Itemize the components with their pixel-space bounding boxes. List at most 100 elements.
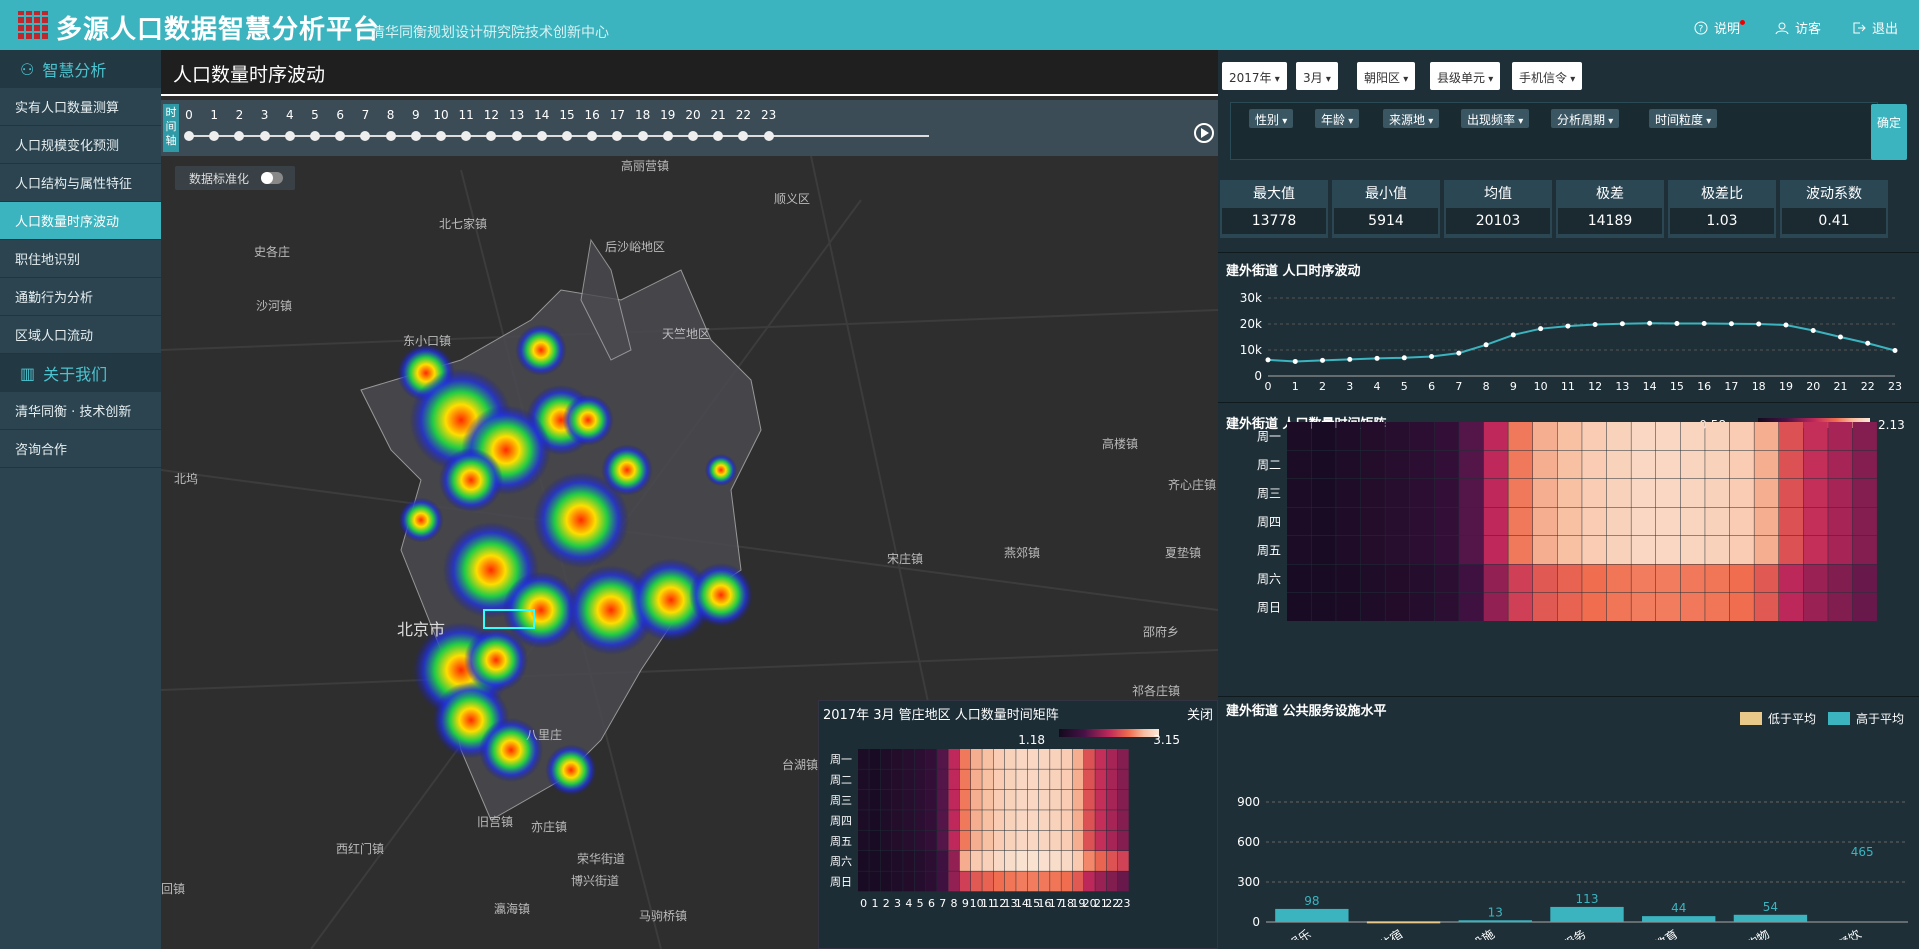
timeline-dot[interactable] xyxy=(335,131,346,141)
visitor-button[interactable]: 访客 xyxy=(1775,18,1821,37)
place-label: 祁各庄镇 xyxy=(1132,684,1181,698)
timeline-dot[interactable] xyxy=(259,131,270,141)
timeline-dot[interactable] xyxy=(209,131,220,141)
place-label: 高丽营镇 xyxy=(621,159,670,173)
timeline-dot[interactable] xyxy=(284,131,295,141)
heatmap-cell xyxy=(1004,851,1016,871)
heatmap-cell xyxy=(1754,422,1779,450)
heatmap-cell xyxy=(1095,789,1107,810)
timeline-hour-label: 11 xyxy=(458,108,474,122)
heatmap-cell xyxy=(903,830,914,851)
sidebar-section-analysis: ⚇ 智慧分析 xyxy=(0,50,161,88)
timeline-dot[interactable] xyxy=(536,131,547,141)
heatmap-cell xyxy=(948,789,960,810)
help-label: 说明 xyxy=(1714,22,1741,37)
timeline-dot[interactable] xyxy=(360,131,371,141)
timeline[interactable]: 时间轴 0 1 2 3 4 5 6 7 8 9 10 11 12 13 14 15 16 17 18 19 20 21 22… xyxy=(161,100,1218,156)
heatmap-cell xyxy=(858,871,869,892)
sidebar-item[interactable]: 人口规模变化预测 xyxy=(0,126,161,164)
heatmap-cell xyxy=(1038,810,1050,831)
sidebar-item[interactable]: 通勤行为分析 xyxy=(0,278,161,316)
data-point xyxy=(1619,321,1625,327)
timeline-dot[interactable] xyxy=(738,131,749,141)
sidebar-item[interactable]: 职住地识别 xyxy=(0,240,161,278)
heatmap-cell xyxy=(1754,593,1779,621)
district-select[interactable]: 朝阳区 xyxy=(1357,62,1416,90)
confirm-button[interactable]: 确定 xyxy=(1871,104,1907,160)
heatmap-row-label: 周三 xyxy=(1257,486,1281,500)
heatmap-cell xyxy=(1606,536,1631,564)
normalize-toggle[interactable]: 数据标准化 xyxy=(175,166,295,190)
heatmap-cell xyxy=(1483,564,1508,593)
timeline-dot[interactable] xyxy=(763,131,774,141)
heatmap-cell xyxy=(1038,769,1050,790)
heatmap-cell xyxy=(1360,450,1385,479)
timeline-dot[interactable] xyxy=(688,131,698,141)
filter-tag[interactable]: 分析周期 xyxy=(1551,109,1620,128)
heatmap-cell xyxy=(1852,479,1877,507)
sidebar-item[interactable]: 人口数量时序波动 xyxy=(0,202,161,240)
heatmap-col-label: 10 xyxy=(1538,626,1553,627)
timeline-dot[interactable] xyxy=(234,131,245,141)
timeline-hour-label: 21 xyxy=(710,108,726,122)
heatmap-cell xyxy=(1705,593,1730,621)
timeline-dot[interactable] xyxy=(637,131,648,141)
timeline-dot[interactable] xyxy=(436,131,446,141)
filter-tag[interactable]: 性别 xyxy=(1249,109,1294,128)
heatmap-cell xyxy=(1287,422,1312,450)
year-select[interactable]: 2017年 xyxy=(1222,62,1287,90)
timeline-dot[interactable] xyxy=(511,131,522,141)
heatmap-cell xyxy=(1582,536,1607,564)
filter-tag[interactable]: 来源地 xyxy=(1383,109,1440,128)
heatmap-cell xyxy=(1050,871,1061,892)
timeline-dot[interactable] xyxy=(410,131,421,141)
popup-close-button[interactable]: 关闭 xyxy=(1187,704,1213,723)
sidebar-item[interactable]: 区域人口流动 xyxy=(0,316,161,354)
timeline-dot[interactable] xyxy=(587,131,598,141)
timeline-dot[interactable] xyxy=(662,131,673,141)
timeline-dot[interactable] xyxy=(184,131,194,141)
heatmap-cell xyxy=(1754,479,1779,507)
heatmap-cell xyxy=(948,871,960,892)
timeline-dot[interactable] xyxy=(461,131,472,141)
heatmap-cell xyxy=(1729,536,1754,564)
timeline-dot[interactable] xyxy=(385,131,396,141)
heatmap-cell xyxy=(903,789,914,810)
sidebar-item[interactable]: 人口结构与属性特征 xyxy=(0,164,161,202)
timeline-hour-label: 10 xyxy=(433,108,449,122)
help-button[interactable]: ? 说明 xyxy=(1694,18,1751,37)
unit-select[interactable]: 县级单元 xyxy=(1430,62,1501,90)
heatmap-cell xyxy=(1072,830,1084,851)
timeline-hour-label: 17 xyxy=(609,108,626,122)
heatmap-cell xyxy=(1004,871,1016,892)
timeline-dot[interactable] xyxy=(310,131,320,141)
heatmap-cell xyxy=(1385,479,1410,507)
logo xyxy=(18,11,48,39)
place-label: 北七家镇 xyxy=(439,217,488,231)
x-tick-label: 购物 xyxy=(1744,926,1772,940)
sidebar-item[interactable]: 清华同衡 · 技术创新 xyxy=(0,392,161,430)
x-tick-label: 餐饮 xyxy=(1836,926,1864,940)
play-button[interactable] xyxy=(1194,123,1214,143)
timeline-dot[interactable] xyxy=(612,131,623,141)
timeline-hour-label: 13 xyxy=(508,108,525,122)
source-select[interactable]: 手机信令 xyxy=(1512,62,1583,90)
timeline-dot[interactable] xyxy=(486,131,497,141)
filter-tag[interactable]: 年龄 xyxy=(1315,109,1360,128)
timeline-dot[interactable] xyxy=(562,131,572,141)
logout-label: 退出 xyxy=(1872,22,1899,37)
logout-button[interactable]: 退出 xyxy=(1852,18,1898,37)
heatmap-cell xyxy=(1117,769,1129,790)
popup-scale-min: 1.18 xyxy=(1018,733,1045,747)
heatmap-cell xyxy=(925,749,937,769)
sidebar-item[interactable]: 实有人口数量测算 xyxy=(0,88,161,126)
timeline-dot[interactable] xyxy=(713,131,724,141)
month-select[interactable]: 3月 xyxy=(1296,62,1338,90)
timeline-hour-label: 19 xyxy=(660,108,676,122)
filter-tag[interactable]: 出现频率 xyxy=(1461,109,1530,128)
heatmap-cell xyxy=(971,749,982,769)
sidebar-item[interactable]: 咨询合作 xyxy=(0,430,161,468)
toggle-switch[interactable] xyxy=(261,172,283,184)
filter-tag[interactable]: 时间粒度 xyxy=(1649,109,1718,128)
heatmap-cell xyxy=(1705,507,1730,536)
